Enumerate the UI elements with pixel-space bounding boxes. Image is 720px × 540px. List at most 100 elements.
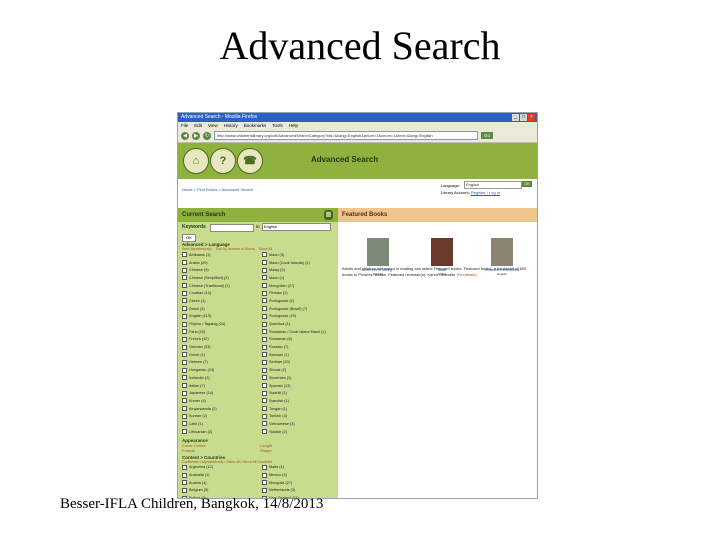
appearance-link-format[interactable]: Format [182,448,260,453]
checkbox[interactable] [182,390,187,396]
checkbox[interactable] [182,267,187,273]
checkbox[interactable] [182,329,187,335]
checkbox-item[interactable]: Farsi (10) [182,328,260,336]
checkbox[interactable] [182,375,187,381]
checkbox-item[interactable]: Romanian / Cook Island Maori (1) [262,328,340,336]
reload-icon[interactable]: ↻ [203,131,211,140]
checkbox[interactable] [262,429,267,435]
checkbox-item[interactable]: Malay (2) [262,266,340,274]
checkbox-item[interactable]: Croatian (10) [182,289,260,297]
book-cover[interactable] [431,238,453,266]
checkbox[interactable] [262,359,267,365]
checkbox[interactable] [262,336,267,342]
checkbox-item[interactable]: Yiddish (2) [262,428,340,436]
checkbox[interactable] [182,336,187,342]
checkbox[interactable] [262,329,267,335]
checkbox-item[interactable]: Maori (1) [262,274,340,282]
checkbox-item[interactable]: French (42) [182,336,260,344]
forward-icon[interactable]: ▶ [192,131,200,140]
checkbox[interactable] [262,390,267,396]
checkbox-item[interactable]: Slovenian (1) [262,374,340,382]
checkbox[interactable] [182,313,187,319]
checkbox-item[interactable]: Portuguese (Brazil) (7) [262,305,340,313]
breadcrumb[interactable]: Home > Find Books > Advanced Search [182,187,253,192]
checkbox[interactable] [262,406,267,412]
checkbox[interactable] [182,252,187,258]
checkbox-item[interactable]: Australia (1) [182,471,260,479]
checkbox-item[interactable]: Slovak (2) [262,366,340,374]
checkbox-item[interactable]: Swedish (1) [262,397,340,405]
checkbox-item[interactable]: Mongolian (27) [262,282,340,290]
keywords-input[interactable] [210,224,254,232]
checkbox-item[interactable]: Afrikaans (1) [182,251,260,259]
menu-help[interactable]: Help [289,122,298,129]
checkbox[interactable] [182,260,187,266]
checkbox[interactable] [182,487,187,493]
checkbox[interactable] [262,352,267,358]
menu-bookmarks[interactable]: Bookmarks [244,122,267,129]
checkbox[interactable] [262,487,267,493]
trash-icon[interactable]: ▥ [324,210,333,220]
checkbox-item[interactable]: Persian (2) [262,289,340,297]
checkbox[interactable] [182,383,187,389]
checkbox[interactable] [262,283,267,289]
checkbox[interactable] [262,260,267,266]
checkbox[interactable] [262,321,267,327]
checkbox[interactable] [262,398,267,404]
close-icon[interactable]: × [528,114,535,121]
address-bar[interactable]: http://www.childrenslibrary.org/icdl/Adv… [214,131,478,140]
checkbox-item[interactable]: Portuguese (2) [262,297,340,305]
checkbox[interactable] [182,480,187,486]
checkbox-item[interactable]: Czech (1) [182,297,260,305]
back-icon[interactable]: ◀ [181,131,189,140]
checkbox-item[interactable]: Austria (1) [182,479,260,487]
checkbox[interactable] [262,383,267,389]
checkbox[interactable] [182,367,187,373]
checkbox[interactable] [262,298,267,304]
checkbox[interactable] [182,413,187,419]
checkbox[interactable] [262,464,267,470]
checkbox-item[interactable]: Korean (2) [182,412,260,420]
book-cover[interactable] [491,238,513,266]
checkbox-item[interactable]: Tongan (1) [262,405,340,413]
home-icon[interactable]: ⌂ [183,148,209,174]
language-select[interactable]: English [464,181,522,189]
keyword-ok-button[interactable]: OK [182,234,196,242]
checkbox[interactable] [182,290,187,296]
maximize-icon[interactable]: □ [520,114,527,121]
checkbox[interactable] [262,313,267,319]
minimize-icon[interactable]: _ [512,114,519,121]
checkbox-item[interactable]: Argentina (12) [182,464,260,472]
checkbox-item[interactable]: Arabic (20) [182,259,260,267]
checkbox[interactable] [182,472,187,478]
checkbox-item[interactable]: Khmer (4) [182,397,260,405]
checkbox[interactable] [182,352,187,358]
phone-icon[interactable]: ☎ [237,148,263,174]
checkbox-item[interactable]: Maori (3) [262,251,340,259]
menu-file[interactable]: File [181,122,188,129]
checkbox[interactable] [182,298,187,304]
checkbox-item[interactable]: German (33) [182,343,260,351]
checkbox[interactable] [262,472,267,478]
checkbox-item[interactable]: Quechua (1) [262,320,340,328]
checkbox-item[interactable]: Filipino / Tagalog (24) [182,320,260,328]
checkbox[interactable] [262,275,267,281]
checkbox[interactable] [182,429,187,435]
feedback-link[interactable]: (Feedback) [457,272,477,277]
checkbox-item[interactable]: Chinese (9) [182,266,260,274]
checkbox-item[interactable]: Spanish (13) [262,382,340,390]
checkbox-item[interactable]: Malta (1) [262,464,340,472]
menu-edit[interactable]: Edit [194,122,202,129]
menu-tools[interactable]: Tools [272,122,283,129]
checkbox-item[interactable]: Romanian (6) [262,336,340,344]
checkbox-item[interactable]: Turkish (3) [262,412,340,420]
keyword-language-select[interactable]: English [262,223,331,231]
book-cover[interactable] [367,238,389,266]
checkbox-item[interactable]: Belgium (3) [182,487,260,495]
appearance-link-shape[interactable]: Shape [260,448,338,453]
checkbox[interactable] [182,421,187,427]
checkbox[interactable] [262,344,267,350]
checkbox[interactable] [262,480,267,486]
checkbox-item[interactable]: Mongolia (27) [262,479,340,487]
checkbox-item[interactable]: Hungarian (13) [182,366,260,374]
